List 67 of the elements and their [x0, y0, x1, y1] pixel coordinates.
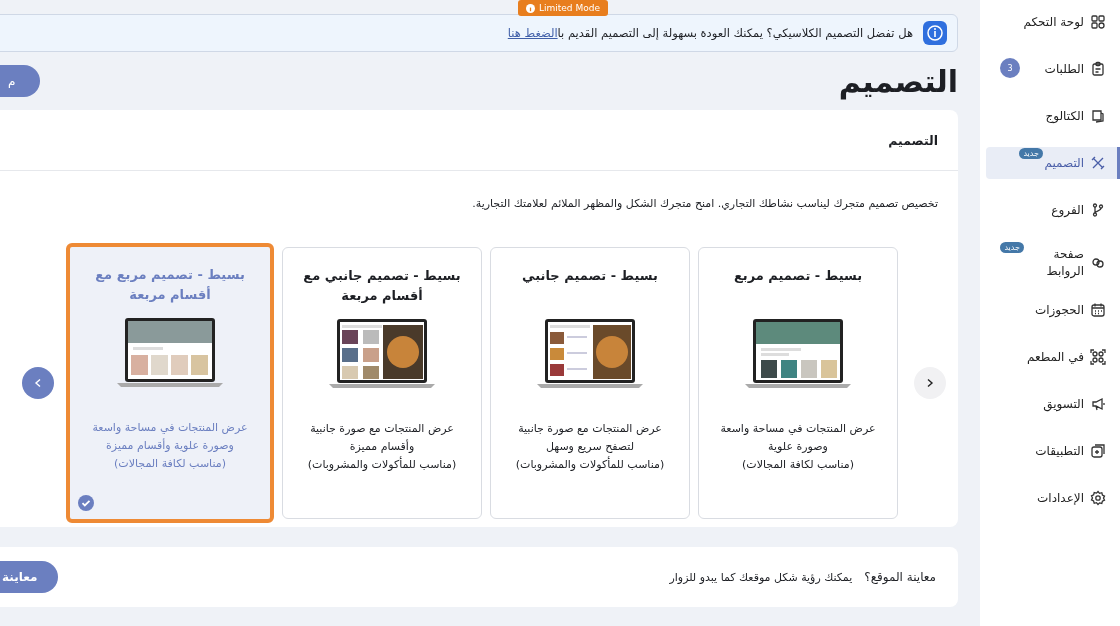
sidebar-item[interactable]: الكتالوج	[986, 100, 1120, 132]
sidebar-item[interactable]: الفروع	[986, 194, 1120, 226]
design-option-card[interactable]: بسيط - تصميم مربع مع أقسام مربعة عرض المنتجات في مساحة واسعة وصورة علوية وأقسام مميزة (مناسب لكافة المجالات)	[66, 243, 274, 523]
chevron-left-icon	[33, 378, 43, 388]
nav-label: التسويق	[1043, 395, 1084, 413]
card-title: بسيط - تصميم جانبي مع أقسام مربعة	[302, 267, 462, 306]
page-title: التصميم	[838, 63, 958, 99]
sidebar-item[interactable]: التسويق	[986, 388, 1120, 420]
new-tag: جديد	[1000, 242, 1024, 253]
preview-question: معاينة الموقع؟	[864, 570, 936, 584]
nav-label: الفروع	[1051, 201, 1084, 219]
card-note: (مناسب لكافة المجالات)	[113, 456, 227, 472]
sidebar-item[interactable]: الإعدادات	[986, 482, 1120, 514]
count-badge: 3	[1000, 58, 1020, 78]
nav-icon	[1090, 108, 1106, 124]
nav-label: في المطعم	[1026, 348, 1084, 366]
card-description: عرض المنتجات مع صورة جانبية وأقسام مميزة	[309, 421, 455, 455]
card-description: عرض المنتجات مع صورة جانبية لتصفح سريع وسهل	[517, 421, 663, 455]
nav-label: الحجوزات	[1034, 301, 1084, 319]
card-description: عرض المنتجات في مساحة واسعة وصورة علوية وأقسام مميزة	[91, 420, 249, 454]
nav-label: الإعدادات	[1037, 489, 1084, 507]
sidebar-item[interactable]: الحجوزات	[986, 294, 1120, 326]
nav-icon	[1090, 14, 1106, 30]
sidebar-item[interactable]: في المطعم	[986, 341, 1120, 373]
design-option-card[interactable]: بسيط - تصميم جانبي مع أقسام مربعة عرض المنتجات مع صورة جانبية وأقسام مميزة (مناسب للمأكولات والمشروبات)	[282, 247, 482, 519]
panel-title: التصميم	[0, 110, 958, 171]
nav-icon	[1090, 202, 1106, 218]
nav-icon	[1090, 349, 1106, 365]
sidebar-item[interactable]: التصميم جديد	[986, 147, 1120, 179]
notice-text: هل تفضل التصميم الكلاسيكي؟ يمكنك العودة بسهولة إلى التصميم القديم باالضغط هنا	[507, 26, 913, 40]
nav-label: الكتالوج	[1045, 107, 1084, 125]
nav-label: التطبيقات	[1035, 442, 1084, 460]
nav-icon	[1090, 155, 1106, 171]
sidebar-item[interactable]: لوحة التحكم	[986, 6, 1120, 38]
card-note: (مناسب للمأكولات والمشروبات)	[306, 456, 458, 473]
nav-label: الطلبات	[1044, 60, 1084, 78]
sidebar-item[interactable]: التطبيقات	[986, 435, 1120, 467]
preview-text: يمكنك رؤية شكل موقعك كما يبدو للزوار	[669, 570, 853, 584]
check-icon	[78, 495, 94, 511]
card-description: عرض المنتجات في مساحة واسعة وصورة علوية	[719, 421, 877, 455]
card-title: بسيط - تصميم مربع مع أقسام مربعة	[94, 266, 246, 305]
nav-icon	[1090, 61, 1106, 77]
header-button[interactable]: م	[0, 65, 40, 97]
nav-label: التصميم	[1044, 154, 1084, 172]
design-option-card[interactable]: بسيط - تصميم مربع عرض المنتجات في مساحة واسعة وصورة علوية (مناسب لكافة المجالات)	[698, 247, 898, 519]
nav-icon	[1090, 255, 1106, 271]
previous-button[interactable]	[22, 367, 54, 399]
nav-icon	[1090, 443, 1106, 459]
card-note: (مناسب للمأكولات والمشروبات)	[514, 456, 666, 473]
card-title: بسيط - تصميم جانبي	[522, 267, 658, 285]
nav-icon	[1090, 302, 1106, 318]
limited-mode-badge: Limited Mode	[518, 0, 608, 16]
panel-description: تخصيص تصميم متجرك ليناسب نشاطك التجاري. امنح متجرك الشكل والمظهر الملائم لعلامتك التجارية.	[471, 196, 939, 212]
info-icon	[923, 21, 947, 45]
chevron-right-icon	[925, 378, 935, 388]
new-tag: جديد	[1019, 148, 1043, 159]
card-title: بسيط - تصميم مربع	[733, 267, 863, 285]
sidebar-item[interactable]: صفحة الروابط جديد	[986, 241, 1120, 285]
nav-label: صفحة الروابط	[1045, 246, 1084, 280]
preview-button[interactable]: معاينة	[0, 561, 58, 593]
design-option-card[interactable]: بسيط - تصميم جانبي عرض المنتجات مع صورة جانبية لتصفح سريع وسهل (مناسب للمأكولات والمشروبات)	[490, 247, 690, 519]
click-here-link[interactable]: الضغط هنا	[507, 26, 558, 40]
nav-label: لوحة التحكم	[1023, 13, 1084, 31]
nav-icon	[1090, 396, 1106, 412]
card-note: (مناسب لكافة المجالات)	[741, 457, 855, 473]
info-icon	[526, 3, 535, 13]
nav-icon	[1090, 490, 1106, 506]
